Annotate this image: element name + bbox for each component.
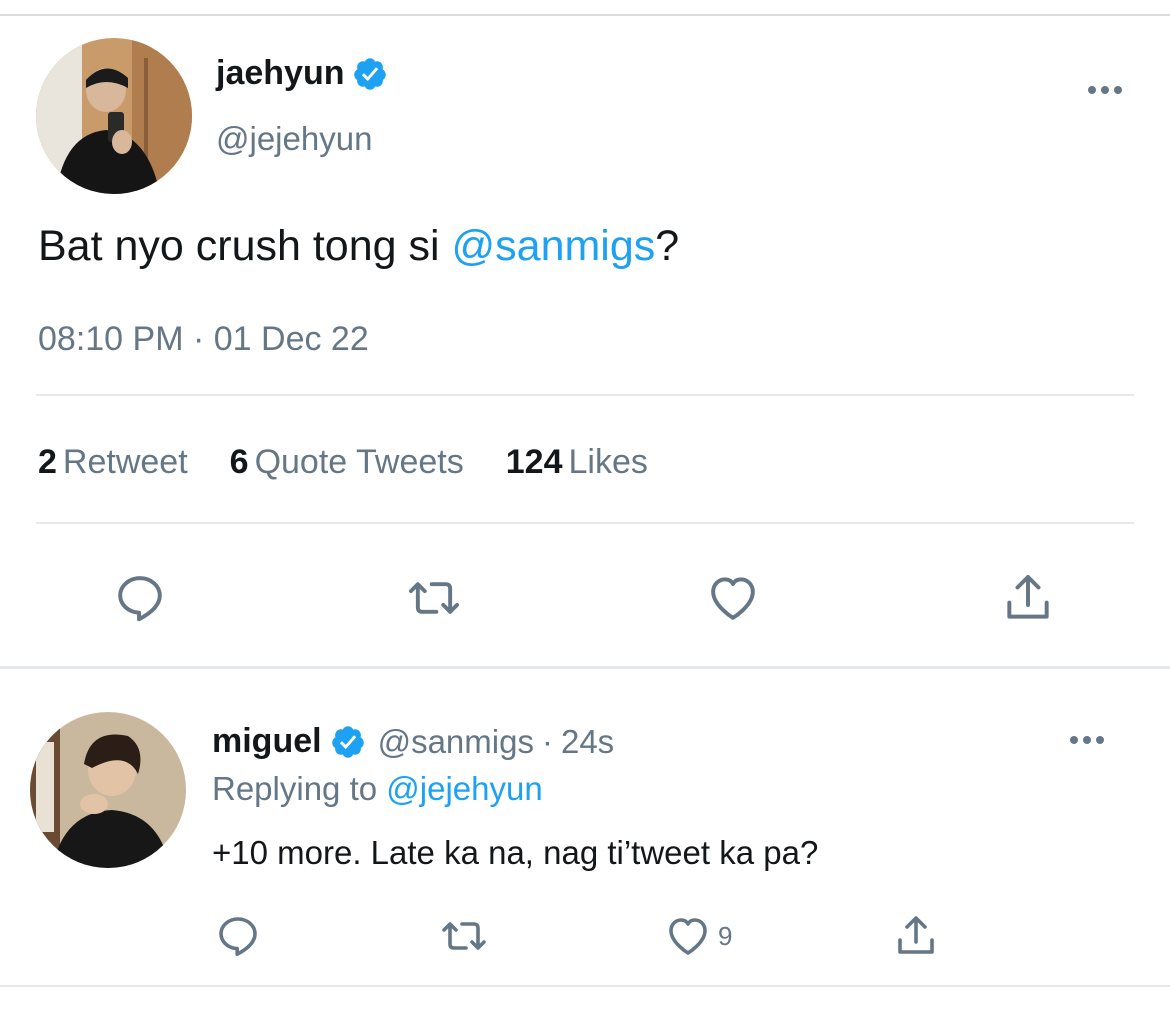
retweet-label: Retweet (62, 443, 188, 481)
divider (36, 394, 1134, 396)
replying-prefix: Replying to (212, 770, 387, 807)
share-icon (1007, 575, 1049, 619)
quote-label: Quote Tweets (254, 443, 464, 481)
likes-count: 124 (505, 443, 563, 481)
tweet-text: Bat nyo crush tong si @sanmigs? (38, 222, 679, 271)
reply-text: +10 more. Late ka na, nag ti’tweet ka pa… (212, 834, 819, 871)
like-count: 9 (718, 920, 733, 951)
quote-stat[interactable]: 6 Quote Tweets (230, 443, 464, 482)
retweet-icon (442, 922, 486, 950)
retweet-button[interactable] (438, 912, 490, 960)
replying-to-link[interactable]: @jejehyun (386, 770, 542, 807)
like-button[interactable]: 9 (664, 912, 732, 960)
tweet-stats: 2 Retweet 6 Quote Tweets 124 Likes (38, 443, 690, 482)
share-button[interactable] (1000, 570, 1056, 626)
divider (36, 522, 1134, 524)
retweet-button[interactable] (404, 570, 464, 626)
top-divider (0, 14, 1170, 16)
tweet-text-suffix: ? (655, 222, 680, 270)
heart-icon (669, 918, 707, 955)
avatar-photo (36, 38, 192, 194)
reply-avatar[interactable] (30, 712, 186, 868)
reply-time[interactable]: 24s (561, 723, 614, 761)
reply-icon (219, 917, 257, 956)
mention-link[interactable]: @sanmigs (452, 222, 656, 270)
reply-author-row: miguel @sanmigs · 24s (212, 722, 614, 761)
reply-button[interactable] (112, 570, 168, 626)
reply-author-handle[interactable]: @sanmigs (378, 723, 534, 761)
share-button[interactable] (892, 912, 940, 960)
reply-button[interactable] (214, 912, 262, 960)
replying-to: Replying to @jejehyun (212, 770, 543, 808)
tweet-timestamp[interactable]: 08:10 PM · 01 Dec 22 (38, 320, 369, 359)
heart-icon (711, 577, 755, 620)
bottom-divider (0, 985, 1170, 987)
share-icon (898, 916, 934, 954)
tweet-text-prefix: Bat nyo crush tong si (38, 222, 452, 270)
author-handle[interactable]: @jejehyun (216, 120, 372, 158)
separator-dot: · (541, 722, 553, 760)
more-options-icon[interactable] (1088, 86, 1122, 94)
retweet-count: 2 (38, 443, 57, 481)
verified-badge-icon (330, 724, 366, 760)
verified-badge-icon (352, 56, 388, 92)
author-name[interactable]: jaehyun (216, 54, 344, 93)
section-divider (0, 666, 1170, 669)
like-button[interactable] (704, 570, 762, 626)
reply-icon (118, 576, 162, 622)
retweet-stat[interactable]: 2 Retweet (38, 443, 188, 482)
more-options-icon[interactable] (1070, 736, 1104, 744)
quote-count: 6 (229, 443, 249, 481)
likes-label: Likes (568, 443, 648, 481)
reply-author-name[interactable]: miguel (212, 722, 322, 761)
retweet-icon (408, 582, 460, 614)
author-row: jaehyun (216, 54, 388, 93)
avatar[interactable] (36, 38, 192, 194)
likes-stat[interactable]: 124 Likes (506, 443, 648, 482)
avatar-photo (30, 712, 186, 868)
